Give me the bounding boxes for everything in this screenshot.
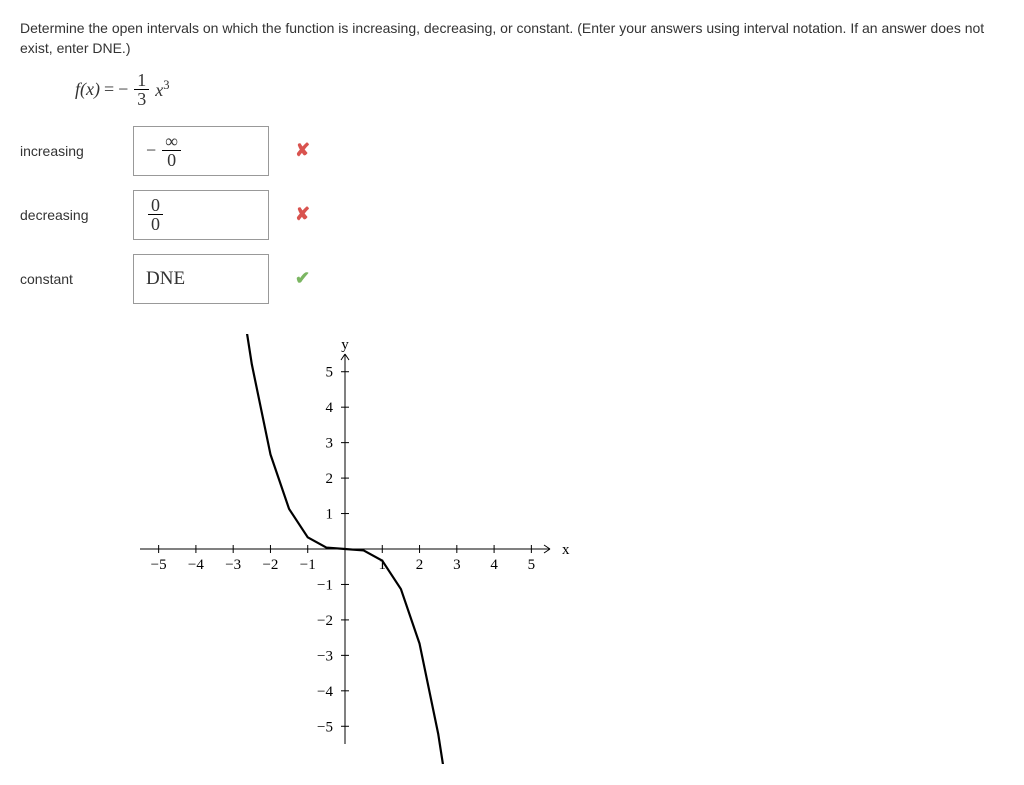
equals-sign: = <box>104 79 114 100</box>
answer-constant-value: DNE <box>146 268 185 290</box>
question-text: Determine the open intervals on which th… <box>20 18 1004 59</box>
svg-text:−3: −3 <box>225 557 241 573</box>
svg-text:5: 5 <box>528 557 536 573</box>
svg-text:−1: −1 <box>317 577 333 593</box>
input-increasing[interactable]: − ∞ 0 <box>133 126 269 176</box>
svg-text:3: 3 <box>453 557 461 573</box>
row-increasing: increasing − ∞ 0 ✘ <box>20 126 1004 176</box>
svg-text:y: y <box>341 337 349 353</box>
answer-increasing-num: ∞ <box>162 132 181 151</box>
label-constant: constant <box>20 271 115 287</box>
fraction-one-third: 1 3 <box>134 71 149 108</box>
prefix-neg: − <box>146 140 156 161</box>
graph-svg: xy−5−4−3−2−112345−5−4−3−2−112345 <box>120 334 580 764</box>
answer-increasing-frac: ∞ 0 <box>162 132 181 169</box>
negative-sign: − <box>118 79 128 100</box>
svg-text:4: 4 <box>326 400 334 416</box>
label-decreasing: decreasing <box>20 207 115 223</box>
answer-decreasing-frac: 0 0 <box>148 196 163 233</box>
svg-text:x: x <box>562 542 570 558</box>
svg-text:−3: −3 <box>317 648 333 664</box>
row-decreasing: decreasing 0 0 ✘ <box>20 190 1004 240</box>
answer-decreasing-num: 0 <box>148 196 163 215</box>
correct-icon: ✔ <box>295 268 310 289</box>
answer-increasing-den: 0 <box>164 151 179 169</box>
svg-text:−5: −5 <box>317 719 333 735</box>
variable-x: x3 <box>155 78 169 101</box>
row-constant: constant DNE ✔ <box>20 254 1004 304</box>
answers-block: increasing − ∞ 0 ✘ decreasing 0 0 ✘ cons… <box>20 126 1004 304</box>
fraction-den: 3 <box>134 90 149 108</box>
answer-decreasing-den: 0 <box>148 215 163 233</box>
svg-text:−4: −4 <box>188 557 204 573</box>
svg-text:3: 3 <box>326 435 334 451</box>
fraction-num: 1 <box>134 71 149 90</box>
svg-text:4: 4 <box>490 557 498 573</box>
svg-text:2: 2 <box>326 471 334 487</box>
function-graph: xy−5−4−3−2−112345−5−4−3−2−112345 <box>120 334 1004 767</box>
label-increasing: increasing <box>20 143 115 159</box>
svg-text:−5: −5 <box>151 557 167 573</box>
svg-text:−4: −4 <box>317 683 333 699</box>
svg-text:−2: −2 <box>262 557 278 573</box>
function-expression: f(x) = − 1 3 x3 <box>75 71 1004 108</box>
input-decreasing[interactable]: 0 0 <box>133 190 269 240</box>
function-lhs: f(x) <box>75 79 100 100</box>
input-constant[interactable]: DNE <box>133 254 269 304</box>
svg-text:−2: −2 <box>317 613 333 629</box>
wrong-icon: ✘ <box>295 204 310 225</box>
svg-text:5: 5 <box>326 364 334 380</box>
svg-text:−1: −1 <box>300 557 316 573</box>
svg-text:1: 1 <box>326 506 334 522</box>
wrong-icon: ✘ <box>295 140 310 161</box>
svg-text:2: 2 <box>416 557 424 573</box>
